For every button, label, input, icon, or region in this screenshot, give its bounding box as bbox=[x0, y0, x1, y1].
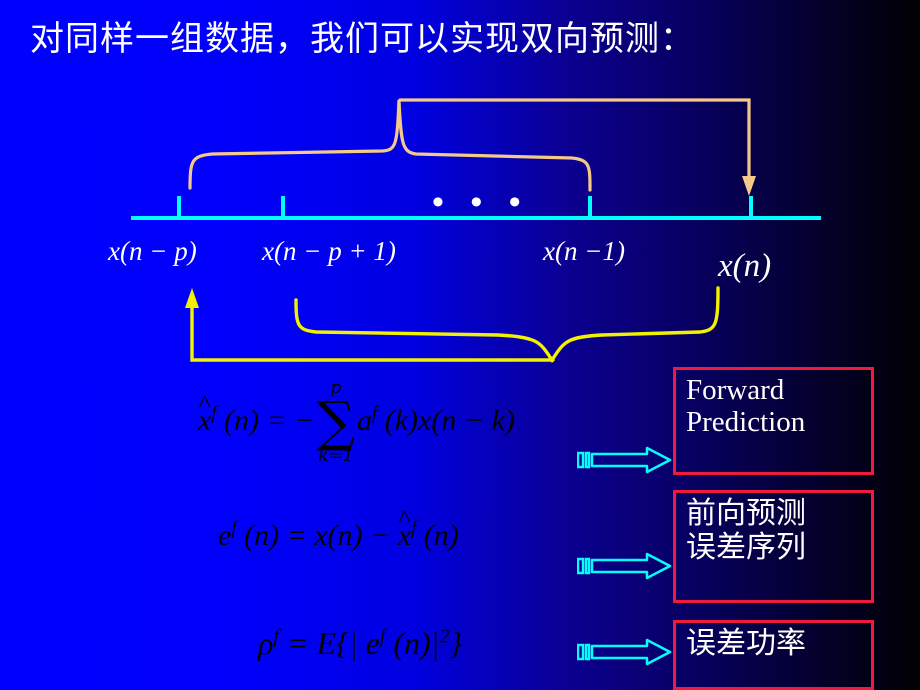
ellipsis-dots: • • • bbox=[432, 184, 530, 221]
formula1-superscript-f: f bbox=[211, 403, 217, 424]
pointer-arrow-icon-2 bbox=[577, 552, 672, 580]
page-title: 对同样一组数据，我们可以实现双向预测： bbox=[30, 19, 695, 59]
pointer-arrow-icon-3 bbox=[577, 638, 672, 666]
callout-forward-prediction: Forward Prediction bbox=[673, 367, 874, 475]
formula2-equals: = bbox=[286, 519, 307, 552]
summation-symbol: p ∑ k=1 bbox=[316, 378, 356, 467]
formula3-exponent-2: 2 bbox=[439, 625, 450, 648]
formula3-error-var: e bbox=[365, 625, 380, 661]
formula2-signal: x(n) bbox=[314, 519, 363, 552]
formula2-xhat: ^ x bbox=[397, 504, 412, 552]
formula3-superscript-f: f bbox=[273, 625, 279, 648]
forward-prediction-error-equation: ef (n) = x(n) − ^ xf (n) bbox=[218, 504, 459, 553]
backward-prediction-brace bbox=[185, 286, 720, 364]
formula3-brace-close: } bbox=[449, 625, 463, 661]
forward-prediction-equation: ^ xf (n) = − p ∑ k=1 af (k)x(n − k) bbox=[198, 378, 515, 467]
formula2-minus: − bbox=[370, 519, 391, 552]
sum-upper-limit: p bbox=[330, 378, 342, 398]
formula2-arg: (n) bbox=[244, 519, 279, 552]
formula1-coeff-superscript-f: f bbox=[372, 403, 378, 424]
formula1-arg: (n) bbox=[224, 404, 259, 437]
tick-n-minus-p bbox=[177, 196, 181, 218]
callout-error-power: 误差功率 bbox=[673, 620, 874, 690]
label-x-n-minus-p-plus-1: x(n − p + 1) bbox=[262, 236, 396, 266]
formula3-err-superscript-f: f bbox=[379, 625, 386, 648]
formula1-signal: x(n − k) bbox=[418, 404, 515, 437]
formula1-coeff-arg: (k) bbox=[384, 404, 419, 437]
tick-n-minus-1 bbox=[588, 196, 592, 218]
hat-accent-icon: ^ bbox=[198, 389, 211, 419]
tick-n-minus-p-plus1 bbox=[281, 196, 285, 218]
formula3-brace-open: { bbox=[336, 625, 349, 661]
forward-prediction-brace bbox=[188, 98, 756, 196]
formula1-equals: = bbox=[266, 404, 287, 437]
label-x-n: x(n) bbox=[718, 248, 772, 284]
label-x-n-minus-1: x(n −1) bbox=[543, 236, 625, 266]
formula2-pred-superscript-f: f bbox=[411, 518, 417, 539]
hat-accent-icon: ^ bbox=[398, 504, 411, 534]
formula2-superscript-f: f bbox=[231, 518, 237, 539]
formula3-err-arg: (n) bbox=[393, 625, 431, 661]
formula3-bar-open: | bbox=[348, 625, 358, 661]
pointer-arrow-icon-1 bbox=[577, 446, 672, 474]
formula1-minus: − bbox=[294, 404, 315, 437]
formula1-coeff: a bbox=[357, 404, 373, 437]
formula2-pred-arg: (n) bbox=[423, 519, 459, 552]
tick-n bbox=[749, 196, 753, 218]
formula1-xhat: ^ x bbox=[198, 389, 212, 437]
formula3-rho: ρ bbox=[258, 625, 274, 661]
slide-canvas: 对同样一组数据，我们可以实现双向预测： • • • x(n − p) x(n −… bbox=[0, 0, 920, 690]
callout-forward-prediction-error-sequence: 前向预测 误差序列 bbox=[673, 490, 874, 603]
sum-lower-limit: k=1 bbox=[318, 446, 354, 467]
formula3-equals: = bbox=[286, 625, 309, 661]
formula2-error-var: e bbox=[218, 519, 232, 552]
label-x-n-minus-p: x(n − p) bbox=[108, 236, 197, 266]
formula3-expectation: E bbox=[316, 625, 337, 661]
error-power-equation: ρf = E{| ef (n)|2} bbox=[258, 625, 462, 662]
